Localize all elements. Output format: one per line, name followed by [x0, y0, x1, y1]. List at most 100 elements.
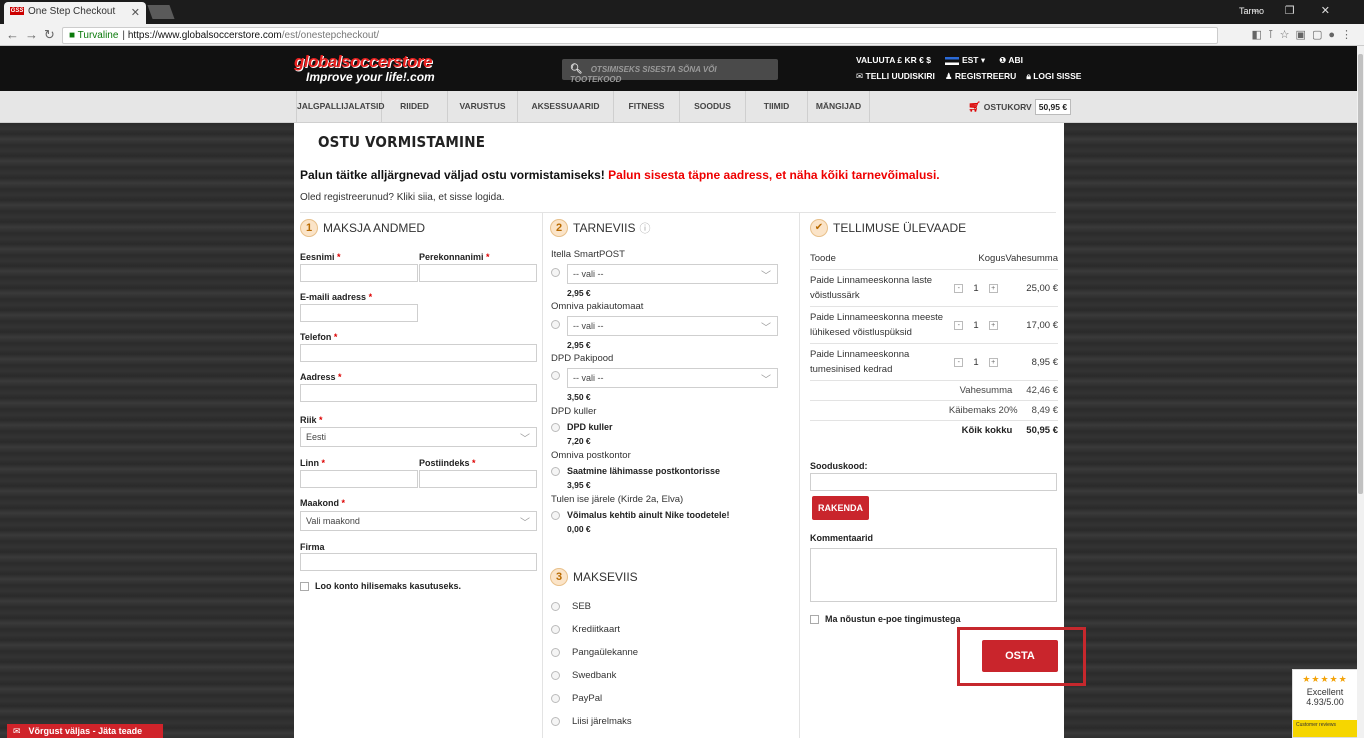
parcel-locker-select[interactable]: -- vali -- ﹀: [567, 264, 778, 284]
translate-icon[interactable]: ◧: [1252, 29, 1268, 41]
menu-item[interactable]: RIIDED: [382, 91, 448, 123]
first-name-input[interactable]: [300, 264, 418, 282]
url-input[interactable]: ■ Turvaline | https://www.globalsoccersto…: [62, 27, 1218, 44]
reviews-widget[interactable]: ★★★★★ Excellent 4.93/5.00 Customer revie…: [1292, 669, 1358, 738]
shipping-radio[interactable]: [551, 320, 560, 329]
minus-button[interactable]: -: [954, 320, 964, 330]
country-select[interactable]: Eesti ﹀: [300, 427, 537, 447]
payment-option[interactable]: Pangaülekanne: [551, 647, 638, 658]
label-text: Eesnimi: [300, 252, 335, 262]
create-account-checkbox[interactable]: [300, 582, 309, 592]
extension-icon[interactable]: ▢: [1312, 29, 1328, 41]
payment-option[interactable]: PayPal: [551, 693, 602, 704]
window-controls[interactable]: –❐✕: [1253, 4, 1356, 17]
pin-icon[interactable]: ⊺: [1268, 29, 1280, 41]
search-input[interactable]: 🔍︎ OTSIMISEKS SISESTA SÕNA VÕI TOOTEKOOD: [562, 59, 778, 84]
shipping-radio[interactable]: [551, 371, 560, 380]
payment-option[interactable]: Swedbank: [551, 670, 616, 681]
col-qty: Kogus: [978, 253, 1006, 264]
profile-icon[interactable]: ●: [1328, 29, 1341, 41]
back-icon[interactable]: ←: [6, 27, 25, 42]
extension-icons[interactable]: ◧⊺☆▣▢●⋮: [1252, 28, 1358, 41]
cart-button[interactable]: 🛒︎ OSTUKORV 50,95 €: [968, 99, 1072, 115]
phone-input[interactable]: [300, 344, 537, 362]
payment-radio[interactable]: [551, 693, 560, 703]
site-logo[interactable]: globalsoccerstore Improve your life!.com: [294, 53, 484, 88]
label-text: Riik: [300, 415, 317, 425]
plus-button[interactable]: +: [988, 357, 998, 367]
company-input[interactable]: [300, 553, 537, 571]
payment-radio[interactable]: [551, 601, 560, 611]
menu-item[interactable]: FITNESS: [614, 91, 680, 123]
browser-tab[interactable]: GSS One Step Checkout ✕: [4, 2, 146, 24]
minus-button[interactable]: -: [954, 357, 964, 367]
coupon-input[interactable]: [810, 473, 1057, 491]
register-link[interactable]: ♟ REGISTREERU: [945, 71, 1016, 82]
login-prompt[interactable]: Oled registreerunud? Kliki siia, et siss…: [300, 192, 505, 203]
chat-widget[interactable]: ✉ Võrgust väljas - Jäta teade: [7, 724, 163, 738]
menu-item[interactable]: JALGPALLIJALATSID: [296, 91, 385, 123]
shipping-option-label[interactable]: Võimalus kehtib ainult Nike toodetele!: [567, 510, 730, 520]
terms-option[interactable]: Ma nõustun e-poe tingimustega: [810, 614, 961, 625]
currency-selector[interactable]: VALUUTA £ KR € $: [856, 55, 931, 66]
scrollbar-thumb[interactable]: [1358, 54, 1363, 494]
payment-option[interactable]: SEB: [551, 601, 591, 612]
new-tab-button[interactable]: [147, 5, 175, 19]
scrollbar[interactable]: [1357, 46, 1364, 738]
shipping-option-label[interactable]: Saatmine lähimasse postkontorisse: [567, 466, 720, 476]
address-input[interactable]: [300, 384, 537, 402]
total-row: Kõik kokku 50,95 €: [810, 421, 1058, 440]
tax-row: Käibemaks 20% 8,49 €: [810, 401, 1058, 421]
postcode-input[interactable]: [419, 470, 537, 488]
close-tab-icon[interactable]: ✕: [131, 6, 140, 19]
search-icon[interactable]: 🔍︎: [570, 64, 583, 75]
instruction-text: Palun täitke alljärgnevad väljad ostu vo…: [300, 168, 940, 182]
submit-order-button[interactable]: OSTA: [982, 640, 1058, 672]
parcel-locker-select[interactable]: -- vali -- ﹀: [567, 368, 778, 388]
menu-item[interactable]: MÄNGIJAD: [808, 91, 870, 123]
star-icon[interactable]: ☆: [1280, 29, 1296, 41]
menu-item[interactable]: AKSESSUAARID: [518, 91, 614, 123]
terms-checkbox[interactable]: [810, 615, 819, 625]
menu-item[interactable]: TIIMID: [746, 91, 808, 123]
city-input[interactable]: [300, 470, 418, 488]
email-input[interactable]: [300, 304, 418, 322]
shipping-radio[interactable]: [551, 511, 560, 520]
info-icon[interactable]: ⓘ: [639, 220, 650, 236]
forward-icon[interactable]: →: [25, 27, 44, 42]
payment-radio[interactable]: [551, 716, 560, 726]
parcel-locker-select[interactable]: -- vali -- ﹀: [567, 316, 778, 336]
check-icon: ✔: [810, 219, 828, 237]
payment-option[interactable]: Liisi järelmaks: [551, 716, 632, 727]
extension-icon[interactable]: ▣: [1296, 29, 1312, 41]
language-selector[interactable]: EST ▾: [944, 55, 985, 66]
nav-buttons[interactable]: ←→↻: [6, 27, 61, 43]
payment-heading-label: MAKSEVIIS: [573, 570, 638, 584]
required-mark: *: [338, 372, 342, 382]
last-name-input[interactable]: [419, 264, 537, 282]
shipping-radio[interactable]: [551, 423, 560, 432]
payment-option[interactable]: Krediitkaart: [551, 624, 620, 635]
reload-icon[interactable]: ↻: [44, 27, 61, 42]
apply-coupon-button[interactable]: RAKENDA: [812, 496, 869, 520]
shipping-option-label[interactable]: DPD kuller: [567, 422, 613, 432]
payment-radio[interactable]: [551, 647, 560, 657]
create-account-option[interactable]: Loo konto hilisemaks kasutuseks.: [300, 581, 461, 592]
payment-radio[interactable]: [551, 670, 560, 680]
menu-icon[interactable]: ⋮: [1341, 29, 1358, 41]
login-link[interactable]: 🔒︎ LOGI SISSE: [1026, 71, 1081, 82]
menu-item[interactable]: VARUSTUS: [448, 91, 518, 123]
user-icon: ♟: [944, 71, 953, 81]
shipping-radio[interactable]: [551, 467, 560, 476]
plus-button[interactable]: +: [988, 283, 998, 293]
plus-button[interactable]: +: [988, 320, 998, 330]
newsletter-link[interactable]: ✉ TELLI UUDISKIRI: [856, 71, 935, 82]
required-mark: *: [341, 498, 346, 508]
comments-textarea[interactable]: [810, 548, 1057, 602]
minus-button[interactable]: -: [954, 283, 964, 293]
menu-item[interactable]: SOODUS: [680, 91, 746, 123]
shipping-radio[interactable]: [551, 268, 560, 277]
county-select[interactable]: Vali maakond ﹀: [300, 511, 537, 531]
help-link[interactable]: ❶ ABI: [999, 55, 1023, 66]
payment-radio[interactable]: [551, 624, 560, 634]
